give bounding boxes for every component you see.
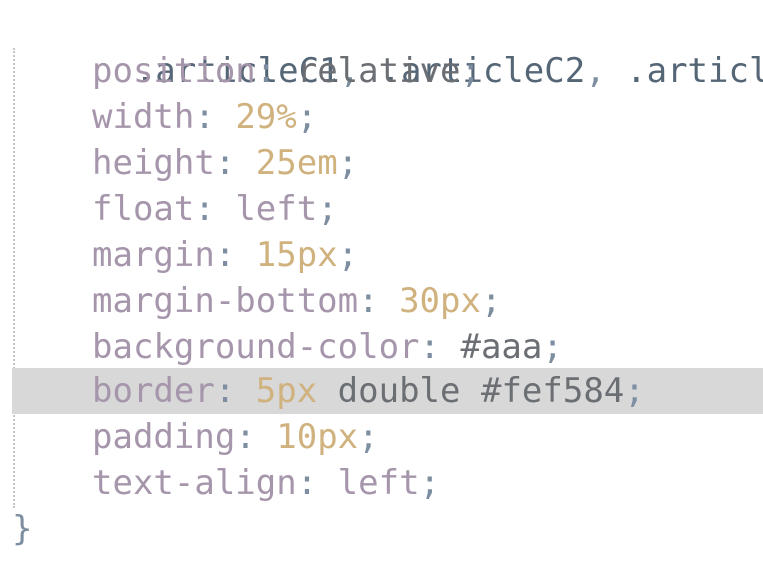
colon: : (214, 371, 256, 411)
colon: : (235, 417, 277, 457)
property-value: #aaa (460, 327, 543, 367)
code-line-declaration: margin-bottom: 30px; (0, 278, 763, 324)
colon: : (214, 143, 256, 183)
colon: : (194, 189, 236, 229)
colon: : (255, 51, 297, 91)
code-line-declaration: width: 29%; (0, 94, 763, 140)
property-name: background-color (92, 327, 420, 367)
code-line-selector: .articleC1, .articleC2, .articleC3 { (0, 2, 763, 91)
code-editor[interactable]: .articleC1, .articleC2, .articleC3 { pos… (0, 0, 763, 572)
property-value: 25em (255, 143, 338, 183)
property-name: float (92, 189, 195, 229)
property-name: margin-bottom (92, 281, 359, 321)
semicolon: ; (296, 97, 318, 137)
colon: : (419, 327, 461, 367)
code-line-declaration: padding: 10px; (0, 414, 763, 460)
code-line-declaration: height: 25em; (0, 140, 763, 186)
colon: : (194, 97, 236, 137)
code-line-declaration: text-align: left; (0, 460, 763, 506)
property-value: #fef584 (480, 371, 625, 411)
property-name: width (92, 97, 195, 137)
property-value: 15px (255, 235, 338, 275)
property-name: height (92, 143, 215, 183)
close-brace: } (12, 509, 33, 549)
semicolon: ; (358, 417, 379, 457)
semicolon: ; (337, 235, 359, 275)
property-name: text-align (92, 463, 297, 503)
code-line-close: } (0, 506, 763, 552)
property-value: 10px (276, 417, 359, 457)
code-line-declaration: float: left; (0, 186, 763, 232)
semicolon: ; (480, 281, 502, 321)
property-value: 30px (399, 281, 481, 321)
semicolon: ; (624, 371, 645, 411)
property-name: padding (92, 417, 236, 457)
code-line-declaration: position: relative; (0, 48, 763, 94)
property-value: double (317, 371, 481, 411)
property-name: border (92, 371, 215, 411)
semicolon: ; (419, 463, 441, 503)
property-name: margin (92, 235, 215, 275)
code-line-declaration: margin: 15px; (0, 232, 763, 278)
semicolon: ; (317, 189, 338, 229)
colon: : (296, 463, 338, 503)
property-name: position (92, 51, 256, 91)
property-value: left (235, 189, 318, 229)
semicolon: ; (542, 327, 563, 367)
code-line-highlighted: border: 5px double #fef584; (12, 368, 763, 414)
property-value: relative (296, 51, 461, 91)
property-value: 5px (255, 371, 318, 411)
code-line-declaration: background-color: #aaa; (0, 324, 763, 370)
semicolon: ; (460, 51, 481, 91)
property-value: left (337, 463, 420, 503)
colon: : (358, 281, 400, 321)
colon: : (214, 235, 256, 275)
property-value: 29% (235, 97, 297, 137)
semicolon: ; (337, 143, 359, 183)
